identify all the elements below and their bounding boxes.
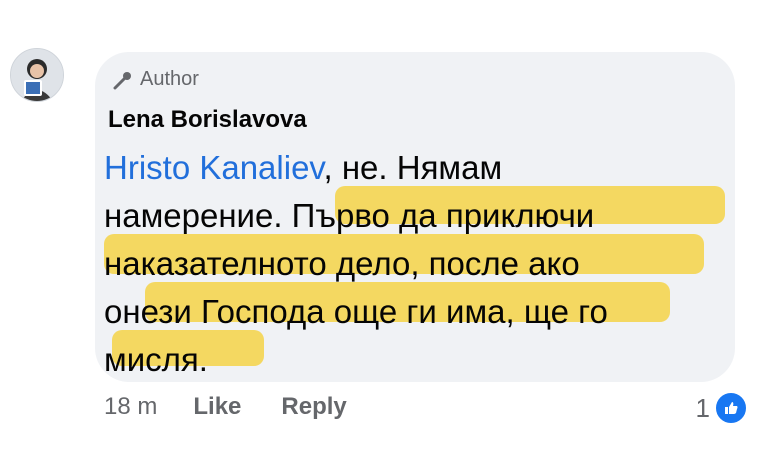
reaction-count: 1	[695, 392, 710, 423]
timestamp[interactable]: 18 m	[104, 393, 157, 421]
comment-line: онези Господа още ги има, ще го	[104, 293, 608, 330]
microphone-icon	[112, 70, 134, 90]
commenter-name[interactable]: Lena Borislavova	[108, 106, 307, 134]
thumbs-up-icon	[714, 391, 748, 425]
like-button[interactable]: Like	[193, 393, 241, 421]
author-badge-label: Author	[140, 68, 199, 90]
author-badge: Author	[112, 68, 199, 91]
reaction-summary[interactable]: 1	[696, 391, 748, 425]
reply-button[interactable]: Reply	[281, 393, 346, 421]
comment-text: Hristo Kanaliev, не. Нямам намерение. Пъ…	[104, 144, 724, 384]
comment-line: намерение. Първо да приключи	[104, 197, 595, 234]
comment-line: мисля.	[104, 341, 208, 378]
comment-footer: 18 m Like Reply	[104, 393, 754, 421]
profile-badge	[24, 80, 42, 96]
comment-line: наказателното дело, после ако	[104, 245, 580, 282]
comment-line: , не. Нямам	[323, 149, 503, 186]
mention-link[interactable]: Hristo Kanaliev	[104, 149, 323, 186]
